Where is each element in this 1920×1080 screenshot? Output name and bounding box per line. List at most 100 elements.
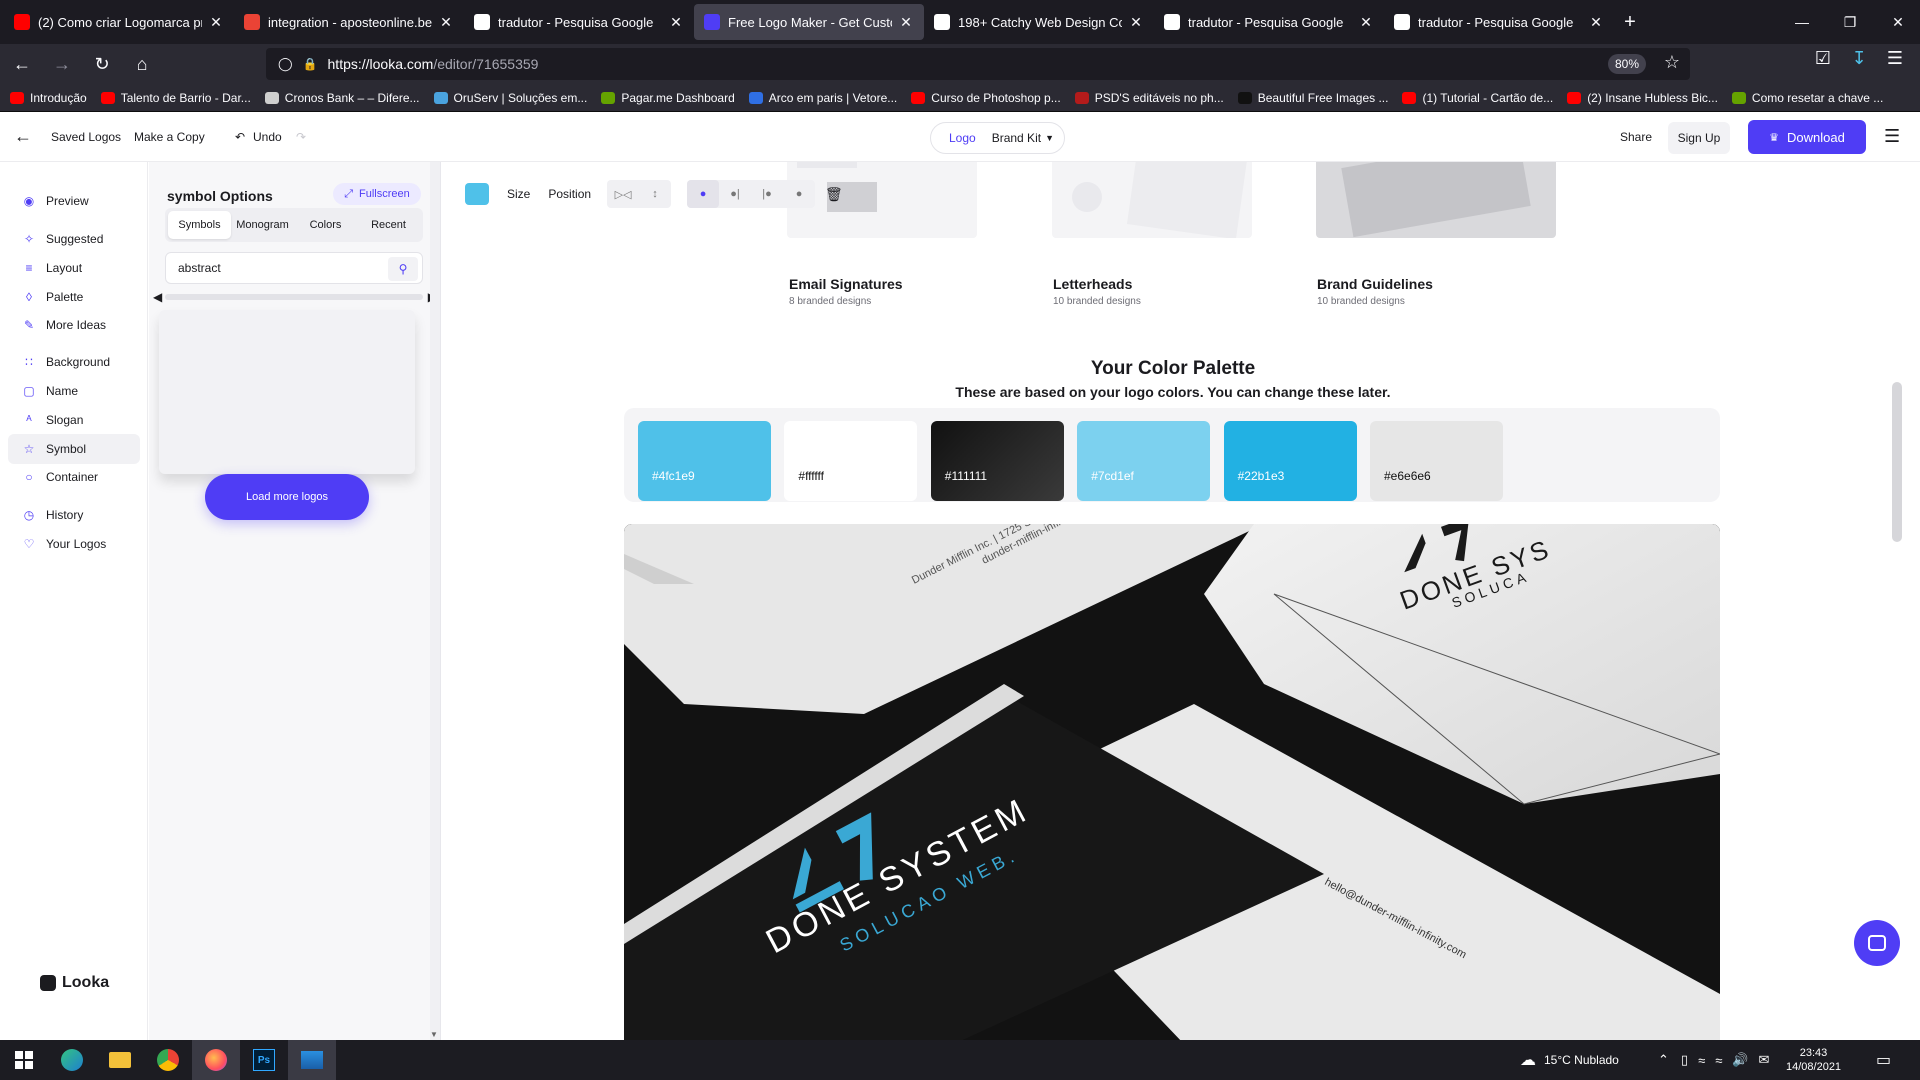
symbol-preview-card[interactable] xyxy=(159,310,415,474)
sidebar-item-palette[interactable]: ◊ Palette xyxy=(8,282,140,312)
trash-icon[interactable]: 🗑 xyxy=(825,186,843,203)
bookmark-item[interactable]: Introdução xyxy=(10,91,87,105)
tab-logo[interactable]: Logo xyxy=(949,131,976,145)
bookmark-star-icon[interactable]: ☆ xyxy=(1664,52,1680,73)
sidebar-item-your-logos[interactable]: ♡ Your Logos xyxy=(8,529,140,559)
load-more-button[interactable]: Load more logos xyxy=(205,474,369,520)
sidebar-item-layout[interactable]: ≡ Layout xyxy=(8,253,140,283)
file-explorer-icon[interactable] xyxy=(96,1040,144,1080)
tab-close-icon[interactable]: ✕ xyxy=(1358,14,1374,31)
make-copy-link[interactable]: Make a Copy xyxy=(134,130,205,144)
close-window-button[interactable]: ✕ xyxy=(1870,0,1920,44)
browser-tab[interactable]: tradutor - Pesquisa Google ✕ xyxy=(464,4,694,40)
search-input[interactable] xyxy=(178,261,378,275)
email-signatures-title[interactable]: Email Signatures xyxy=(789,276,903,292)
sidebar-item-slogan[interactable]: ᴬ Slogan xyxy=(8,405,140,435)
notifications-icon[interactable]: ▭ xyxy=(1876,1040,1891,1080)
language-icon[interactable]: ✉ xyxy=(1759,1052,1770,1068)
chrome-icon[interactable] xyxy=(144,1040,192,1080)
letterheads-thumbnail[interactable] xyxy=(1052,162,1252,238)
browser-tab[interactable]: (2) Como criar Logomarca profi ✕ xyxy=(4,4,234,40)
color-swatch[interactable]: #ffffff xyxy=(784,421,918,501)
main-scrollbar[interactable] xyxy=(1890,162,1904,1040)
windows-start-icon[interactable] xyxy=(0,1040,48,1080)
bookmark-item[interactable]: Pagar.me Dashboard xyxy=(601,91,735,105)
tab-recent[interactable]: Recent xyxy=(357,211,420,239)
position-bottom-icon[interactable]: ● xyxy=(783,188,815,200)
zoom-level[interactable]: 80% xyxy=(1607,54,1646,74)
url-bar[interactable]: ◯ 🔒 https://looka.com/editor/71655359 80… xyxy=(266,48,1690,80)
volume-icon[interactable]: 🔊 xyxy=(1732,1052,1748,1068)
bookmark-item[interactable]: (1) Tutorial - Cartão de... xyxy=(1402,91,1553,105)
photoshop-icon[interactable]: Ps xyxy=(240,1040,288,1080)
position-control[interactable]: Position xyxy=(548,187,591,201)
bookmark-item[interactable]: (2) Insane Hubless Bic... xyxy=(1567,91,1718,105)
clock[interactable]: 23:43 14/08/2021 xyxy=(1786,1040,1841,1080)
hamburger-menu-icon[interactable]: ☰ xyxy=(1884,126,1900,147)
edge-icon[interactable] xyxy=(48,1040,96,1080)
undo-icon[interactable]: ↶ xyxy=(235,130,245,144)
color-swatch[interactable]: #4fc1e9 xyxy=(638,421,771,501)
bookmark-item[interactable]: Beautiful Free Images ... xyxy=(1237,91,1388,105)
photos-icon[interactable] xyxy=(288,1040,336,1080)
letterheads-title[interactable]: Letterheads xyxy=(1053,276,1132,292)
sidebar-item-preview[interactable]: ◉ Preview xyxy=(8,186,140,216)
firefox-icon[interactable] xyxy=(192,1040,240,1080)
chat-widget-button[interactable] xyxy=(1854,920,1900,966)
home-icon[interactable]: ⌂ xyxy=(124,48,160,80)
new-tab-button[interactable]: + xyxy=(1614,11,1646,34)
browser-tab[interactable]: tradutor - Pesquisa Google ✕ xyxy=(1154,4,1384,40)
tab-close-icon[interactable]: ✕ xyxy=(1128,14,1144,31)
back-icon[interactable]: ← xyxy=(4,48,40,80)
bookmark-item[interactable]: Talento de Barrio - Dar... xyxy=(100,91,251,105)
wifi-icon[interactable]: ≈ xyxy=(1715,1053,1722,1068)
bookmark-item[interactable]: PSD'S editáveis no ph... xyxy=(1074,91,1224,105)
position-left-icon[interactable]: |● xyxy=(751,188,783,200)
network-icon[interactable]: ≈ xyxy=(1698,1053,1705,1068)
menu-icon[interactable]: ☰ xyxy=(1880,48,1910,69)
redo-icon[interactable]: ↷ xyxy=(296,130,306,144)
position-right-icon[interactable]: ●| xyxy=(719,188,751,200)
brand-guidelines-thumbnail[interactable] xyxy=(1316,162,1556,238)
bookmark-item[interactable]: Como resetar a chave ... xyxy=(1731,91,1883,105)
color-swatch[interactable]: #111111 xyxy=(930,421,1064,501)
center-vertical-icon[interactable]: ↕ xyxy=(639,188,671,200)
scroll-left-icon[interactable]: ◀ xyxy=(153,290,162,304)
tab-symbols[interactable]: Symbols xyxy=(168,211,231,239)
back-arrow-icon[interactable]: ← xyxy=(14,126,32,147)
brand-guidelines-title[interactable]: Brand Guidelines xyxy=(1317,276,1433,292)
undo-button[interactable]: Undo xyxy=(253,130,282,144)
usb-icon[interactable]: ▯ xyxy=(1681,1052,1688,1068)
browser-tab[interactable]: tradutor - Pesquisa Google ✕ xyxy=(1384,4,1614,40)
sidebar-item-name[interactable]: ▢ Name xyxy=(8,376,140,406)
color-swatch[interactable]: #7cd1ef xyxy=(1077,421,1211,501)
sidebar-item-suggested[interactable]: ✧ Suggested xyxy=(8,224,140,254)
tab-colors[interactable]: Colors xyxy=(294,211,357,239)
sidebar-item-more-ideas[interactable]: ✎ More Ideas xyxy=(8,310,140,340)
sidebar-item-history[interactable]: ◷ History xyxy=(8,500,140,530)
horizontal-scrollbar[interactable] xyxy=(165,294,423,300)
tab-close-icon[interactable]: ✕ xyxy=(208,14,224,31)
sidebar-item-container[interactable]: ○ Container xyxy=(8,462,140,492)
symbol-color-swatch[interactable] xyxy=(465,183,489,205)
weather-widget[interactable]: ☁ 15°C Nublado xyxy=(1520,1040,1619,1080)
tab-brand-kit[interactable]: Brand Kit xyxy=(992,131,1041,145)
color-swatch[interactable]: #22b1e3 xyxy=(1223,421,1357,501)
bookmark-item[interactable]: OruServ | Soluções em... xyxy=(433,91,587,105)
tab-close-icon[interactable]: ✕ xyxy=(668,14,684,31)
sidebar-item-symbol[interactable]: ☆ Symbol xyxy=(8,434,140,464)
search-icon[interactable]: ⚲ xyxy=(388,257,418,281)
fullscreen-button[interactable]: ⤢ Fullscreen xyxy=(333,183,421,205)
sidebar-item-background[interactable]: ∷ Background xyxy=(8,347,140,377)
bookmark-item[interactable]: Cronos Bank – – Difere... xyxy=(264,91,420,105)
tab-close-icon[interactable]: ✕ xyxy=(1588,14,1604,31)
scroll-down-icon[interactable]: ▼ xyxy=(430,1030,438,1039)
reload-icon[interactable]: ↻ xyxy=(84,48,120,80)
position-top-icon[interactable]: ● xyxy=(687,180,720,208)
tab-monogram[interactable]: Monogram xyxy=(231,211,294,239)
chevron-up-icon[interactable]: ⌃ xyxy=(1658,1052,1669,1068)
bookmark-item[interactable]: Arco em paris | Vetore... xyxy=(748,91,897,105)
center-horizontal-icon[interactable]: ▷◁ xyxy=(607,188,639,201)
tab-close-icon[interactable]: ✕ xyxy=(898,14,914,31)
share-button[interactable]: Share xyxy=(1620,130,1652,144)
